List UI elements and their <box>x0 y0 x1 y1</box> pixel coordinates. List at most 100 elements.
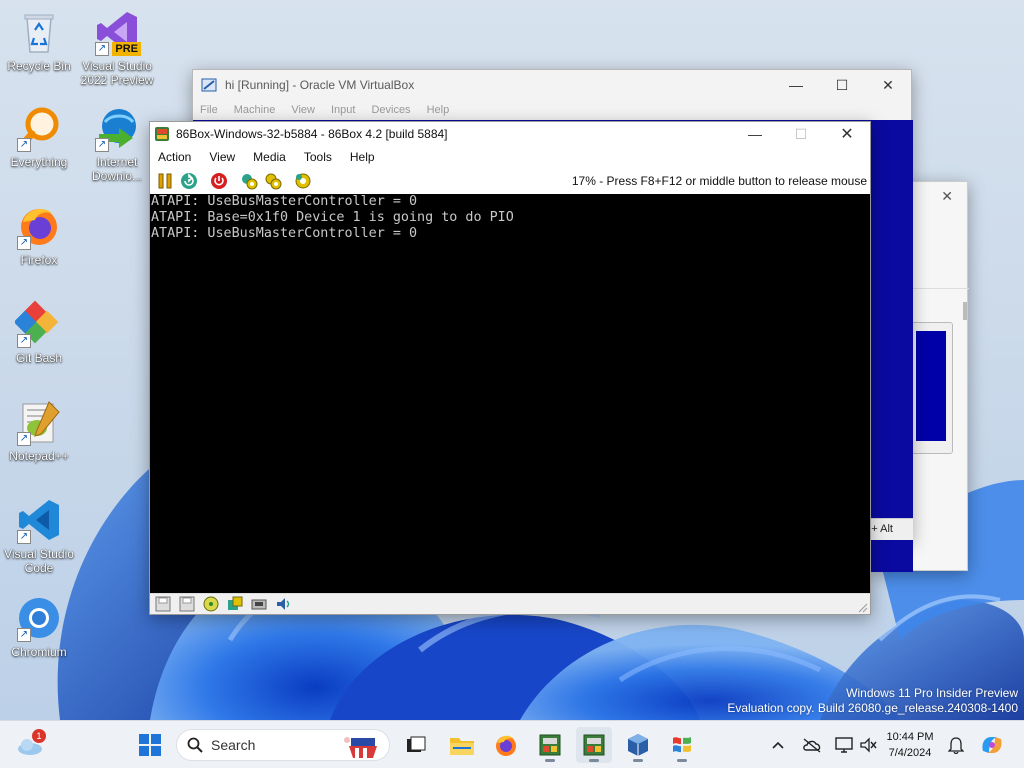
desktop-icon-label: Visual Studio Code <box>4 547 74 575</box>
desktop-icon-label: Git Bash <box>15 351 63 365</box>
mouse-capture-status: 17% - Press F8+F12 or middle button to r… <box>571 174 867 188</box>
cdrom-icon <box>203 596 218 612</box>
ctrl-alt-esc-button[interactable] <box>262 170 284 192</box>
hard-disk[interactable] <box>224 595 245 614</box>
keyboard-gear-icon <box>242 174 258 190</box>
shortcut-arrow-icon: ↗ <box>17 432 31 446</box>
86box-board-icon <box>583 734 605 756</box>
copilot-button[interactable] <box>978 733 1006 757</box>
menu-devices[interactable]: Devices <box>371 104 410 116</box>
scrollbar-thumb[interactable] <box>963 302 967 320</box>
power-icon <box>211 173 227 189</box>
network-tray-button[interactable] <box>832 733 856 757</box>
menu-media[interactable]: Media <box>253 150 286 164</box>
hard-reset-button[interactable] <box>178 170 200 192</box>
resize-grip[interactable] <box>858 602 868 613</box>
acpi-shutdown-button[interactable] <box>208 170 230 192</box>
virtualbox-taskbar-button[interactable] <box>620 727 656 763</box>
task-view-icon <box>407 736 426 752</box>
watermark-edition: Windows 11 Pro Insider Preview <box>846 686 1018 700</box>
86box-vm-taskbar-button[interactable] <box>576 727 612 763</box>
task-view-button[interactable] <box>398 727 434 763</box>
firefox-icon <box>496 735 516 756</box>
resize-grip-icon <box>858 603 868 613</box>
menu-tools[interactable]: Tools <box>304 150 332 164</box>
sound-device[interactable] <box>272 595 293 614</box>
settings-button[interactable] <box>292 170 314 192</box>
maximize-button[interactable]: ☐ <box>778 122 824 146</box>
menu-view[interactable]: View <box>209 150 235 164</box>
desktop-icon-git-bash[interactable]: ↗ Git Bash <box>0 300 78 365</box>
desktop-icon-visual-studio-preview[interactable]: PRE ↗ Visual Studio 2022 Preview <box>78 8 156 87</box>
shortcut-arrow-icon: ↗ <box>17 236 31 250</box>
copilot-icon <box>982 737 1002 753</box>
floppy-drive-2[interactable] <box>176 595 197 614</box>
cdrom-drive[interactable] <box>200 595 221 614</box>
menu-input[interactable]: Input <box>331 104 355 116</box>
86box-manager-taskbar-button[interactable] <box>532 727 568 763</box>
desktop-icon-internet-download-manager[interactable]: ↗ Internet Downlo... <box>78 104 156 183</box>
close-button[interactable]: ✕ <box>865 70 911 100</box>
notifications-button[interactable] <box>944 733 968 757</box>
menu-help[interactable]: Help <box>350 150 375 164</box>
windows-flag-icon <box>673 737 691 753</box>
86box-board-icon <box>539 734 561 756</box>
search-label: Search <box>211 737 256 753</box>
desktop-icon-chromium[interactable]: ↗ Chromium <box>0 594 78 659</box>
desktop-icon-vscode[interactable]: ↗ Visual Studio Code <box>0 496 78 575</box>
menu-file[interactable]: File <box>200 104 218 116</box>
gear-icon <box>265 173 282 190</box>
search-highlight-hat-icon <box>344 737 377 758</box>
menu-help[interactable]: Help <box>427 104 450 116</box>
preview-frame <box>911 322 953 454</box>
minimize-button[interactable]: — <box>732 122 778 146</box>
folder-icon <box>450 738 474 755</box>
desktop-icon-label: Recycle Bin <box>7 59 71 73</box>
virtualbox-titlebar[interactable]: hi [Running] - Oracle VM VirtualBox — ☐ … <box>193 70 911 100</box>
menu-action[interactable]: Action <box>158 150 191 164</box>
pause-button[interactable] <box>154 170 176 192</box>
pause-icon <box>158 173 172 189</box>
shortcut-arrow-icon: ↗ <box>17 530 31 544</box>
speaker-icon <box>276 598 289 610</box>
86box-titlebar[interactable]: 86Box-Windows-32-b5884 - 86Box 4.2 [buil… <box>150 122 870 146</box>
firefox-taskbar-button[interactable] <box>488 727 524 763</box>
desktop-icon-label: Visual Studio 2022 Preview <box>80 59 154 87</box>
clock-date: 7/4/2024 <box>888 747 932 759</box>
network-card-icon <box>251 599 266 610</box>
start-button[interactable] <box>132 727 168 763</box>
minimize-button[interactable]: — <box>773 70 819 100</box>
desktop-icon-everything[interactable]: ↗ Everything <box>0 104 78 169</box>
windows-xp-vm-taskbar-button[interactable] <box>664 727 700 763</box>
weather-widget[interactable]: 1 <box>12 727 48 763</box>
maximize-button[interactable]: ☐ <box>819 70 865 100</box>
desktop-icon-notepad-plus-plus[interactable]: ↗ Notepad++ <box>0 398 78 463</box>
console-line: ATAPI: UseBusMasterController = 0 <box>151 226 418 241</box>
shortcut-arrow-icon: ↗ <box>95 42 109 56</box>
windows-logo-icon <box>139 734 161 756</box>
desktop-icon-label: Firefox <box>20 253 58 267</box>
menu-machine[interactable]: Machine <box>234 104 276 116</box>
86box-status-bar <box>150 593 870 614</box>
86box-window[interactable]: 86Box-Windows-32-b5884 - 86Box 4.2 [buil… <box>149 121 871 615</box>
host-key-hint: + Alt <box>871 523 893 535</box>
desktop-icon-recycle-bin[interactable]: Recycle Bin <box>0 8 78 73</box>
floppy-icon <box>179 596 194 612</box>
desktop-icon-firefox[interactable]: ↗ Firefox <box>0 202 78 267</box>
network-adapter[interactable] <box>248 595 269 614</box>
floppy-drive-1[interactable] <box>152 595 173 614</box>
file-explorer-button[interactable] <box>444 727 480 763</box>
close-button[interactable]: ✕ <box>824 122 870 146</box>
bell-icon <box>948 737 964 754</box>
show-hidden-icons-button[interactable] <box>766 733 790 757</box>
menu-view[interactable]: View <box>291 104 315 116</box>
onedrive-tray-button[interactable] <box>800 733 824 757</box>
taskbar-search[interactable]: Search <box>176 729 390 761</box>
emulator-display[interactable]: ATAPI: UseBusMasterController = 0 ATAPI: … <box>150 194 870 594</box>
virtualbox-cube-icon <box>628 734 648 756</box>
volume-tray-button[interactable] <box>856 733 880 757</box>
close-icon[interactable]: ✕ <box>941 188 953 205</box>
notification-badge: 1 <box>32 729 46 743</box>
system-clock[interactable]: 10:44 PM 7/4/2024 <box>880 729 940 761</box>
ctrl-alt-del-button[interactable] <box>238 170 260 192</box>
